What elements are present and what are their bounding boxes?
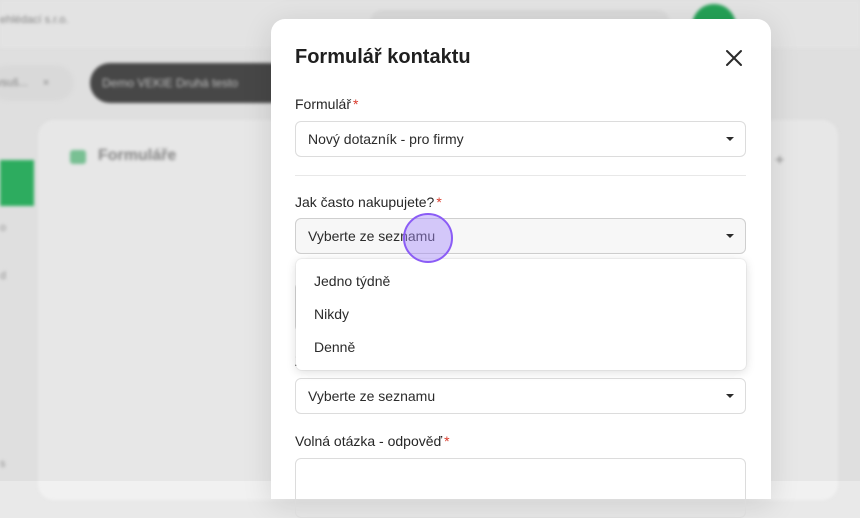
- modal-title: Formulář kontaktu: [295, 46, 471, 68]
- open-question-label-text: Volná otázka - odpověď: [295, 433, 443, 449]
- frequency-dropdown-menu: Jedno týdně Nikdy Denně: [296, 259, 746, 370]
- third-select-value: Vyberte ze seznamu: [308, 388, 436, 404]
- divider: [295, 175, 746, 176]
- required-mark: *: [436, 194, 442, 210]
- open-question-label: Volná otázka - odpověď *: [295, 433, 450, 449]
- form-select[interactable]: Nový dotazník - pro firmy: [295, 121, 746, 157]
- frequency-select[interactable]: Vyberte ze seznamu: [295, 218, 746, 254]
- close-button[interactable]: [723, 47, 745, 69]
- contact-form-modal: Formulář kontaktu Formulář * Nový dotazní…: [271, 19, 771, 518]
- option-never[interactable]: Nikdy: [314, 306, 349, 322]
- chevron-down-icon: [726, 234, 734, 238]
- form-select-value: Nový dotazník - pro firmy: [308, 131, 464, 147]
- open-question-textarea[interactable]: [295, 458, 746, 518]
- frequency-field-label: Jak často nakupujete? *: [295, 194, 442, 210]
- required-mark: *: [444, 433, 450, 449]
- form-field-label-text: Formulář: [295, 96, 352, 112]
- frequency-field-label-text: Jak často nakupujete?: [295, 194, 435, 210]
- cursor-click-indicator: [403, 213, 453, 263]
- required-mark: *: [353, 96, 359, 112]
- close-icon: [726, 50, 742, 66]
- option-daily[interactable]: Denně: [314, 339, 355, 355]
- form-field-label: Formulář *: [295, 96, 358, 112]
- third-select[interactable]: Vyberte ze seznamu: [295, 378, 746, 414]
- chevron-down-icon: [726, 394, 734, 398]
- chevron-down-icon: [726, 137, 734, 141]
- option-once-a-week[interactable]: Jedno týdně: [314, 273, 390, 289]
